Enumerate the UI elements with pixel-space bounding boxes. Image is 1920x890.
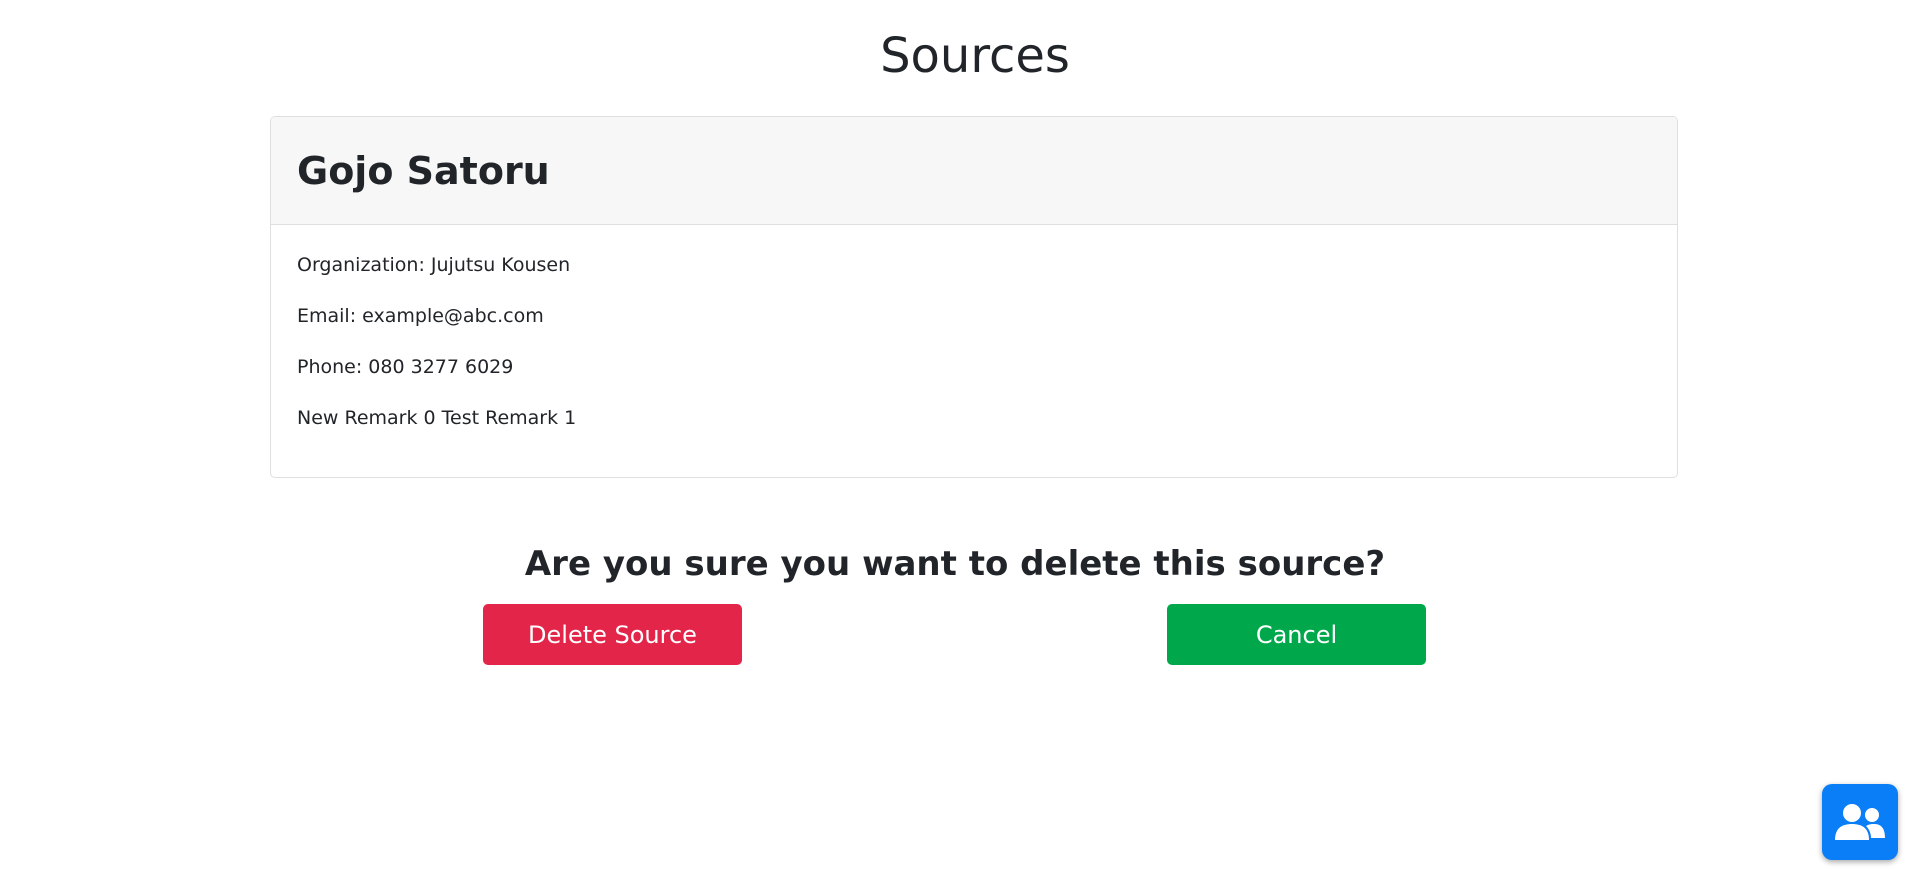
card-header: Gojo Satoru	[271, 117, 1677, 225]
card-body: Organization: Jujutsu Kousen Email: exam…	[271, 225, 1677, 477]
source-card: Gojo Satoru Organization: Jujutsu Kousen…	[270, 116, 1678, 478]
users-button[interactable]	[1822, 784, 1898, 860]
source-remarks: New Remark 0 Test Remark 1	[297, 407, 577, 429]
delete-confirmation-question: Are you sure you want to delete this sou…	[524, 544, 1386, 584]
page-title: Sources	[880, 28, 1070, 84]
source-name: Gojo Satoru	[297, 148, 550, 193]
source-phone: Phone: 080 3277 6029	[297, 356, 514, 378]
source-organization: Organization: Jujutsu Kousen	[297, 254, 571, 276]
users-icon	[1835, 804, 1885, 840]
delete-source-button[interactable]: Delete Source	[483, 604, 742, 665]
cancel-button[interactable]: Cancel	[1167, 604, 1426, 665]
page: Sources Gojo Satoru Organization: Jujuts…	[0, 0, 1920, 890]
source-email: Email: example@abc.com	[297, 305, 544, 327]
